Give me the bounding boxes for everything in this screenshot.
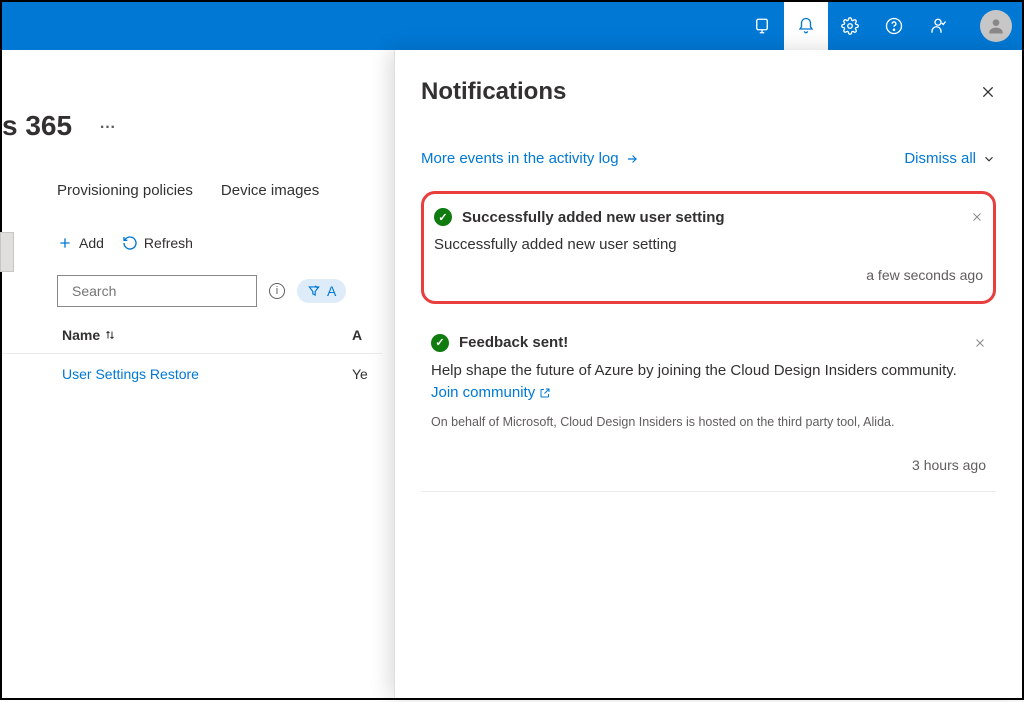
join-community-link[interactable]: Join community [431, 384, 551, 401]
tab-provisioning-policies[interactable]: Provisioning policies [57, 182, 193, 205]
info-icon[interactable]: i [269, 283, 285, 299]
search-input[interactable] [57, 275, 257, 307]
diagnostics-icon[interactable] [740, 2, 784, 50]
main-content: s 365 ··· Provisioning policies Device i… [2, 50, 402, 702]
feedback-icon[interactable] [916, 2, 960, 50]
panel-links: More events in the activity log Dismiss … [421, 150, 996, 167]
filter-label: A [327, 283, 336, 299]
toolbar: Add Refresh [2, 235, 382, 251]
notification-time: 3 hours ago [431, 457, 986, 473]
row-a-value: Ye [352, 366, 382, 382]
notifications-panel: Notifications More events in the activit… [394, 50, 1022, 698]
notification-title: Feedback sent! [459, 334, 964, 351]
success-icon: ✓ [431, 334, 449, 352]
arrow-right-icon [625, 152, 639, 166]
panel-header: Notifications [421, 78, 996, 106]
refresh-label: Refresh [144, 235, 193, 251]
notification-item: ✓ Feedback sent! Help shape the future o… [421, 318, 996, 492]
dismiss-all-link[interactable]: Dismiss all [904, 150, 996, 167]
refresh-button[interactable]: Refresh [122, 235, 193, 251]
notifications-icon[interactable] [784, 2, 828, 50]
filter-icon [307, 284, 321, 298]
notification-footnote: On behalf of Microsoft, Cloud Design Ins… [431, 415, 986, 429]
panel-title: Notifications [421, 78, 566, 106]
notification-item-highlighted: ✓ Successfully added new user setting Su… [421, 191, 996, 304]
topbar-icon-group [740, 2, 1012, 50]
more-actions-icon[interactable]: ··· [100, 119, 116, 137]
page-title: s 365 ··· [2, 110, 382, 142]
notification-body: Successfully added new user setting [434, 234, 983, 257]
close-icon[interactable] [980, 84, 996, 100]
collapsed-sidebar-stub[interactable] [2, 232, 14, 272]
dismiss-notification-icon[interactable] [974, 337, 986, 349]
sort-icon [104, 329, 116, 341]
column-name[interactable]: Name [62, 327, 352, 343]
success-icon: ✓ [434, 208, 452, 226]
filter-button[interactable]: A [297, 279, 346, 303]
search-field[interactable] [72, 283, 253, 299]
external-link-icon [539, 387, 551, 399]
table-header: Name A [2, 327, 382, 354]
page-title-text: s 365 [2, 110, 72, 141]
tab-device-images[interactable]: Device images [221, 182, 319, 205]
notification-title: Successfully added new user setting [462, 209, 961, 226]
search-row: i A [2, 275, 382, 307]
tabs: Provisioning policies Device images [2, 182, 382, 205]
help-icon[interactable] [872, 2, 916, 50]
avatar[interactable] [980, 10, 1012, 42]
notification-time: a few seconds ago [434, 267, 983, 283]
table-row[interactable]: User Settings Restore Ye [2, 354, 382, 394]
notification-body: Help shape the future of Azure by joinin… [431, 360, 986, 405]
column-a[interactable]: A [352, 327, 382, 343]
activity-log-link[interactable]: More events in the activity log [421, 150, 639, 167]
row-name-link[interactable]: User Settings Restore [62, 366, 352, 382]
add-label: Add [79, 235, 104, 251]
chevron-down-icon [982, 152, 996, 166]
settings-icon[interactable] [828, 2, 872, 50]
top-bar [2, 2, 1022, 50]
dismiss-notification-icon[interactable] [971, 211, 983, 223]
add-button[interactable]: Add [57, 235, 104, 251]
